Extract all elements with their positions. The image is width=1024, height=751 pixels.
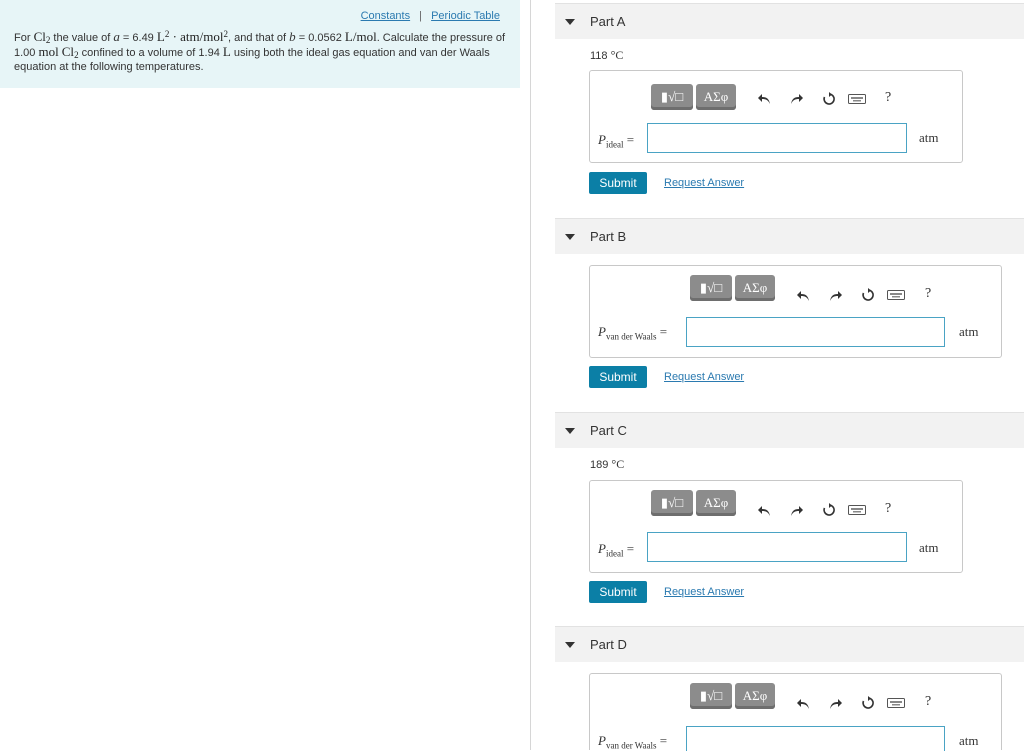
collapse-triangle-icon [565, 428, 575, 434]
part-b-submit-button[interactable]: Submit [589, 366, 647, 388]
templates-button[interactable]: ▮√□ [651, 490, 693, 516]
redo-icon[interactable] [790, 93, 804, 105]
help-button[interactable]: ? [885, 90, 891, 106]
links-separator: | [419, 10, 423, 22]
part-a-header[interactable]: Part A [555, 3, 1024, 39]
greek-symbols-button[interactable]: ΑΣφ [696, 490, 736, 516]
unit-label: atm [959, 324, 979, 339]
keyboard-icon[interactable] [887, 698, 905, 708]
part-a-request-answer-link[interactable]: Request Answer [664, 177, 744, 189]
pressure-label: Pvan der Waals = [598, 324, 668, 342]
greek-symbols-button[interactable]: ΑΣφ [735, 683, 775, 709]
pressure-input[interactable] [686, 317, 945, 347]
pressure-input[interactable] [647, 532, 907, 562]
help-button[interactable]: ? [925, 694, 931, 710]
part-b-request-answer-link[interactable]: Request Answer [664, 371, 744, 383]
collapse-triangle-icon [565, 19, 575, 25]
help-button[interactable]: ? [925, 286, 931, 302]
redo-icon[interactable] [829, 290, 843, 302]
pressure-label: Pvan der Waals = [598, 733, 668, 751]
unit-label: atm [959, 733, 979, 748]
part-c-header[interactable]: Part C [555, 412, 1024, 448]
undo-icon[interactable] [757, 505, 771, 517]
periodic-table-link[interactable]: Periodic Table [431, 10, 500, 22]
part-title: Part B [590, 229, 627, 244]
greek-symbols-button[interactable]: ΑΣφ [696, 84, 736, 110]
collapse-triangle-icon [565, 234, 575, 240]
part-a-temperature: 118 °C [590, 48, 624, 62]
pressure-label: Pideal = [598, 541, 635, 559]
problem-statement: For Cl2 the value of a = 6.49 L2 · atm/m… [14, 29, 506, 73]
constants-link[interactable]: Constants [361, 10, 411, 22]
undo-icon[interactable] [757, 93, 771, 105]
templates-button[interactable]: ▮√□ [651, 84, 693, 110]
part-title: Part A [590, 14, 626, 29]
part-a-submit-button[interactable]: Submit [589, 172, 647, 194]
part-d-answer-box: ▮√□ ΑΣφ ? Pvan der Waals = atm [589, 673, 1002, 751]
part-c-temperature: 189 °C [590, 457, 625, 471]
problem-panel: Constants | Periodic Table For Cl2 the v… [0, 0, 520, 88]
part-c-request-answer-link[interactable]: Request Answer [664, 586, 744, 598]
greek-symbols-button[interactable]: ΑΣφ [735, 275, 775, 301]
help-button[interactable]: ? [885, 501, 891, 517]
part-a-answer-box: ▮√□ ΑΣφ ? Pideal = atm [589, 70, 963, 163]
keyboard-icon[interactable] [848, 505, 866, 515]
templates-button[interactable]: ▮√□ [690, 683, 732, 709]
undo-icon[interactable] [796, 698, 810, 710]
pressure-input[interactable] [686, 726, 945, 751]
collapse-triangle-icon [565, 642, 575, 648]
part-title: Part D [590, 637, 627, 652]
part-b-header[interactable]: Part B [555, 218, 1024, 254]
pressure-label: Pideal = [598, 132, 635, 150]
pressure-input[interactable] [647, 123, 907, 153]
part-c-answer-box: ▮√□ ΑΣφ ? Pideal = atm [589, 480, 963, 573]
redo-icon[interactable] [790, 505, 804, 517]
reset-icon[interactable] [861, 288, 875, 302]
part-d-header[interactable]: Part D [555, 626, 1024, 662]
reset-icon[interactable] [822, 92, 836, 106]
unit-label: atm [919, 540, 939, 555]
part-c-submit-button[interactable]: Submit [589, 581, 647, 603]
keyboard-icon[interactable] [848, 94, 866, 104]
part-b-answer-box: ▮√□ ΑΣφ ? Pvan der Waals = atm [589, 265, 1002, 358]
undo-icon[interactable] [796, 290, 810, 302]
keyboard-icon[interactable] [887, 290, 905, 300]
reset-icon[interactable] [861, 696, 875, 710]
reset-icon[interactable] [822, 503, 836, 517]
templates-button[interactable]: ▮√□ [690, 275, 732, 301]
part-title: Part C [590, 423, 627, 438]
resource-links: Constants | Periodic Table [14, 10, 506, 22]
unit-label: atm [919, 130, 939, 145]
panel-divider [530, 0, 531, 750]
redo-icon[interactable] [829, 698, 843, 710]
